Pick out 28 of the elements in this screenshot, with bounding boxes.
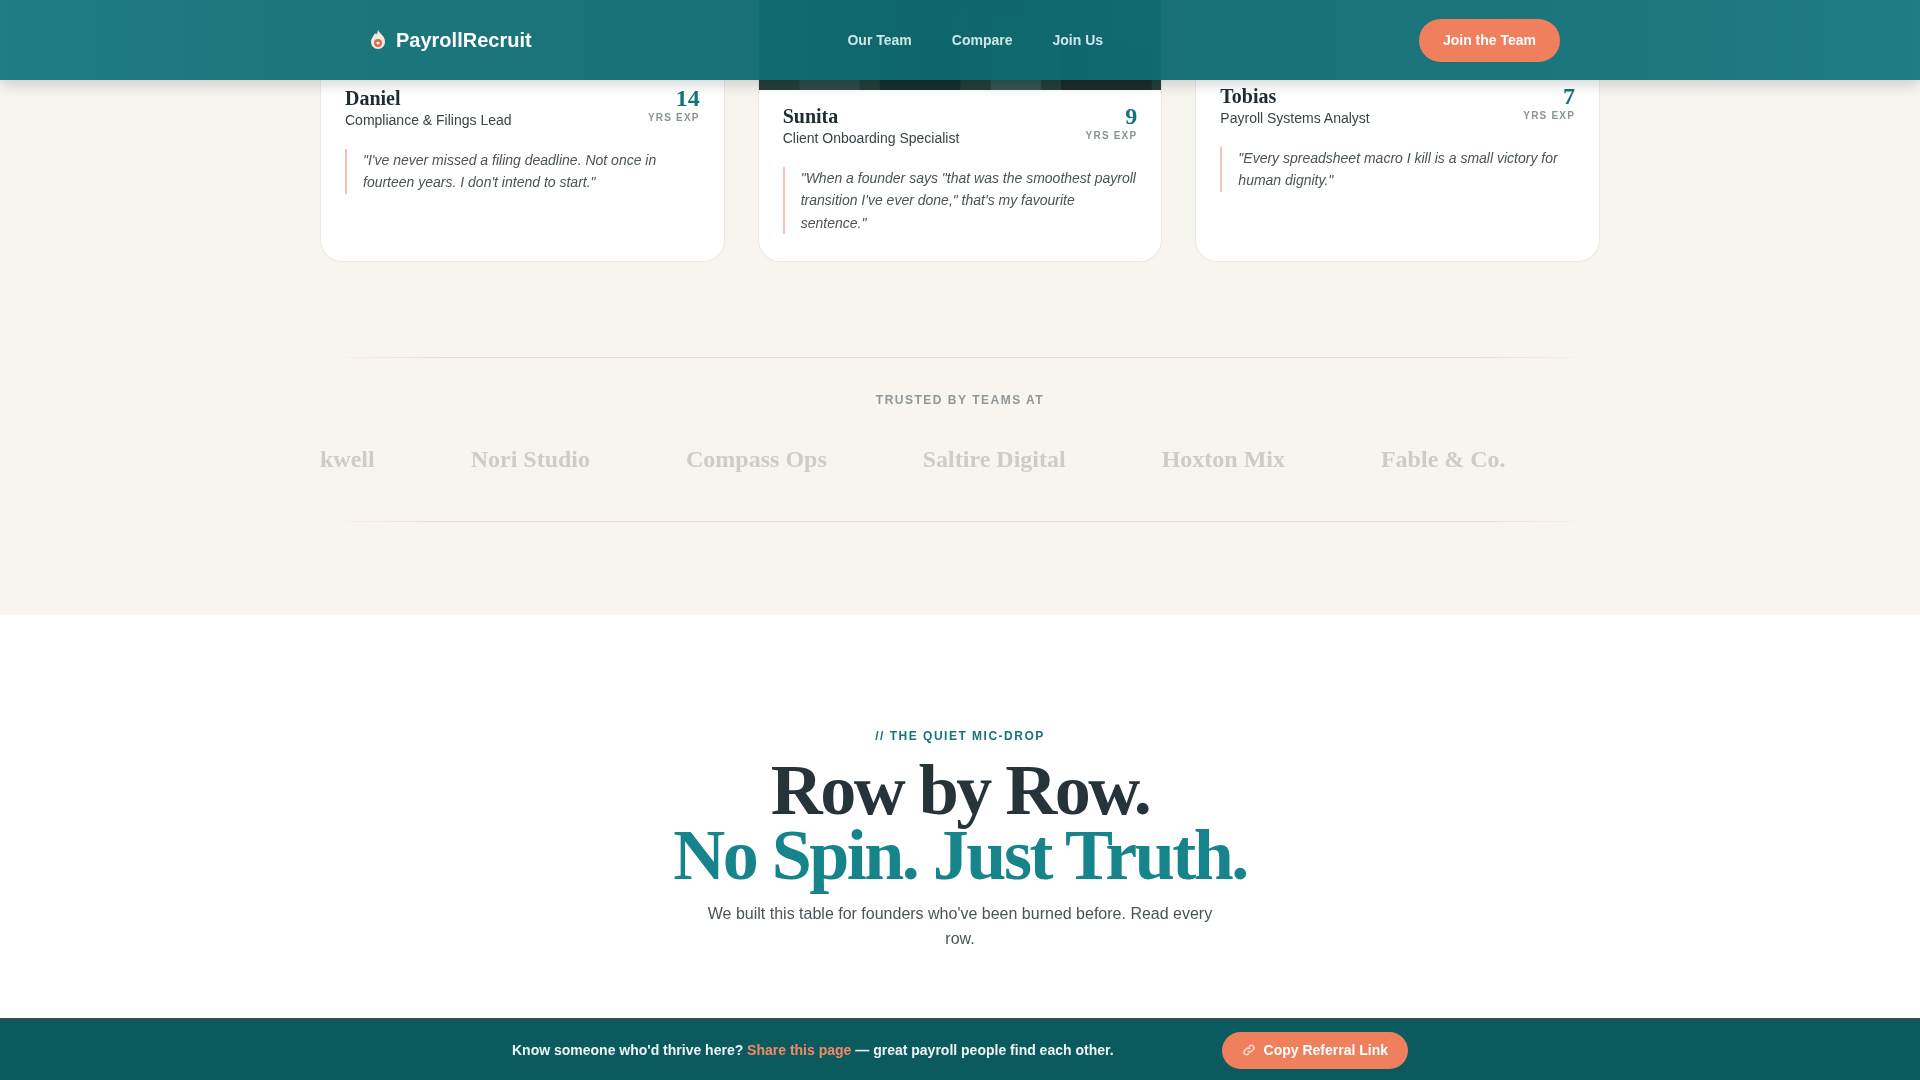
referral-message: Know someone who'd thrive here? Share this page — great payroll people find each other. [511, 1040, 1114, 1060]
nav-link[interactable]: Compare [931, 29, 1033, 51]
member-quote: "Every spreadsheet macro I kill is a small victory for human dignity." [1220, 147, 1575, 192]
years-label: YRS EXP [1085, 129, 1138, 143]
member-role: Payroll Systems Analyst [1220, 109, 1370, 128]
nav-link[interactable]: Join Us [1032, 29, 1124, 51]
share-link[interactable]: Share this page [747, 1041, 852, 1058]
link-icon [1241, 1043, 1256, 1057]
member-name: Sunita [782, 104, 840, 128]
brand-name[interactable]: PayrollRecruit [396, 25, 532, 55]
years-label: YRS EXP [647, 111, 700, 125]
copy-referral-button[interactable]: Copy Referral Link [1221, 1031, 1409, 1069]
member-name: Daniel [345, 86, 402, 110]
trusted-label: TRUSTED BY TEAMS AT [874, 392, 1046, 409]
member-role: Client Onboarding Specialist [782, 129, 960, 148]
member-quote: "When a founder says "that was the smoothest payroll transition I've ever done," that's my favourite sentence." [782, 167, 1138, 235]
years-count: 14 [674, 86, 700, 110]
join-team-button[interactable]: Join the Team [1418, 18, 1560, 62]
nav-link[interactable]: Our Team [827, 29, 932, 51]
member-quote: "I've never missed a filing deadline. Not once in fourteen years. I don't intend to start." [345, 149, 700, 194]
years-count: 7 [1562, 84, 1575, 108]
member-name: Tobias [1220, 84, 1278, 108]
years-count: 9 [1124, 104, 1138, 128]
years-label: YRS EXP [1523, 109, 1575, 123]
flame-logo-icon [368, 29, 388, 51]
section-description: We built this table for founders who've been burned before. Read every row. [706, 903, 1214, 950]
section-eyebrow: // THE QUIET MIC-DROP [875, 728, 1045, 745]
member-role: Compliance & Filings Lead [345, 111, 512, 130]
